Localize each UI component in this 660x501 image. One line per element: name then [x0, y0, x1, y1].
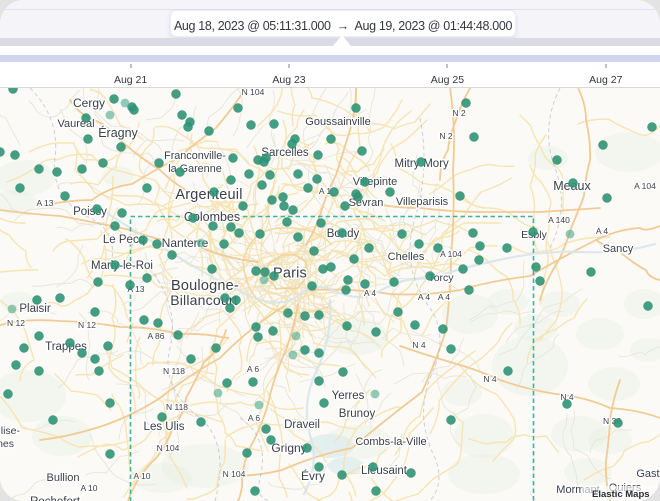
svg-text:Marly-le-Roi: Marly-le-Roi: [91, 260, 153, 272]
svg-text:A 10: A 10: [133, 471, 150, 481]
svg-text:A 4: A 4: [596, 226, 609, 236]
svg-text:ines: ines: [0, 438, 14, 450]
svg-text:A 86: A 86: [147, 331, 164, 341]
svg-text:N 2: N 2: [439, 131, 453, 141]
svg-text:N 4: N 4: [412, 340, 426, 350]
svg-text:A 13: A 13: [36, 198, 53, 208]
svg-text:Villepinte: Villepinte: [353, 176, 397, 188]
svg-text:Villeparisis: Villeparisis: [396, 196, 449, 208]
svg-text:N 104: N 104: [242, 88, 265, 97]
svg-text:Cergy: Cergy: [73, 96, 105, 110]
svg-text:Poissy: Poissy: [73, 206, 107, 218]
svg-text:Yerres: Yerres: [332, 390, 365, 402]
svg-text:Bullion: Bullion: [46, 472, 79, 484]
svg-text:N 2: N 2: [452, 108, 466, 118]
svg-text:Éragny: Éragny: [98, 125, 138, 140]
svg-text:Chelles: Chelles: [388, 251, 425, 263]
svg-text:Grigny: Grigny: [271, 441, 306, 455]
svg-text:N 104: N 104: [223, 469, 246, 479]
svg-text:Plaisir: Plaisir: [19, 303, 50, 315]
svg-text:Goussainville: Goussainville: [305, 116, 370, 128]
svg-text:A 6: A 6: [247, 364, 260, 374]
svg-text:Mitry: Mitry: [395, 158, 420, 170]
svg-text:église-: église-: [0, 425, 20, 437]
svg-text:Brunoy: Brunoy: [339, 408, 376, 420]
svg-text:A 10: A 10: [80, 483, 97, 493]
svg-text:A 4: A 4: [438, 292, 451, 302]
svg-text:Elastic Maps: Elastic Maps: [592, 489, 650, 500]
svg-text:Draveil: Draveil: [284, 419, 320, 431]
svg-text:Lieusaint: Lieusaint: [361, 465, 408, 477]
svg-text:A 4: A 4: [418, 292, 431, 302]
svg-text:N 118: N 118: [163, 366, 185, 376]
svg-text:Mory: Mory: [423, 158, 449, 170]
svg-text:N 12: N 12: [7, 318, 25, 328]
svg-text:A 104: A 104: [440, 249, 462, 259]
svg-text:Rochefort: Rochefort: [30, 496, 81, 501]
svg-text:Gastins: Gastins: [636, 468, 660, 480]
svg-text:N 118: N 118: [166, 402, 188, 412]
svg-text:A 140: A 140: [548, 215, 570, 225]
svg-text:A 104: A 104: [634, 181, 656, 191]
svg-text:Les Ulis: Les Ulis: [144, 421, 185, 433]
svg-text:A 6: A 6: [248, 413, 261, 423]
svg-text:N 104: N 104: [157, 443, 180, 453]
svg-text:Argenteuil: Argenteuil: [175, 187, 242, 203]
svg-text:N 4: N 4: [483, 374, 497, 384]
svg-text:Combs-la-Ville: Combs-la-Ville: [355, 436, 426, 448]
svg-text:Sancy: Sancy: [603, 243, 634, 255]
svg-text:Franconville-: Franconville-: [164, 150, 226, 162]
svg-text:N 12: N 12: [78, 320, 96, 330]
svg-text:A 4: A 4: [364, 288, 377, 298]
